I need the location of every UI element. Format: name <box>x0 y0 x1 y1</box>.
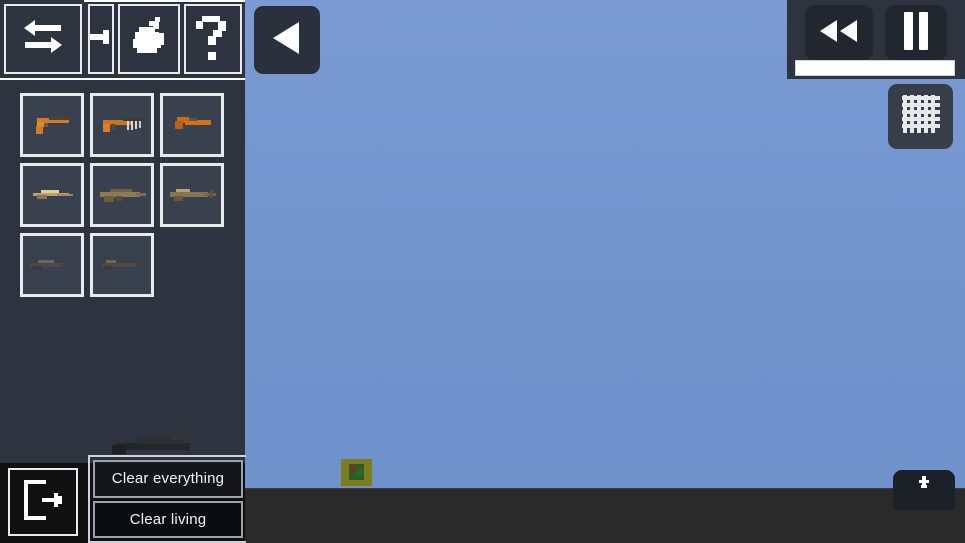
rewind-button[interactable] <box>805 5 873 61</box>
question-mark-icon <box>196 14 230 65</box>
weapon-slot-battle-rifle[interactable] <box>160 163 224 227</box>
clear-actions-panel: Clear everything Clear living <box>88 455 246 543</box>
weapon-slot-carbine[interactable] <box>20 163 84 227</box>
timeline-slider[interactable] <box>795 60 955 76</box>
grid-icon <box>900 93 942 140</box>
anchor-button[interactable] <box>893 470 955 510</box>
weapon-grid <box>20 93 230 297</box>
weapon-slot-sniper-rifle[interactable] <box>20 233 84 297</box>
weapon-slot-smg[interactable] <box>90 93 154 157</box>
grid-toggle-button[interactable] <box>888 84 953 149</box>
clear-living-button[interactable]: Clear living <box>93 500 243 538</box>
app-root: Clear everything Clear living <box>0 0 965 543</box>
help-button[interactable] <box>184 4 242 74</box>
crate-marker-green <box>357 469 363 477</box>
anchor-down-icon <box>917 476 931 497</box>
pause-icon <box>901 11 931 56</box>
weapon-slot-sawed-shotgun[interactable] <box>160 93 224 157</box>
weapon-slot-pistol[interactable] <box>20 93 84 157</box>
weapon-slot-assault-rifle[interactable] <box>90 163 154 227</box>
sidebar-toolbar <box>0 0 245 80</box>
triangle-left-icon <box>269 18 305 63</box>
next-button[interactable] <box>88 4 114 74</box>
rewind-icon <box>817 17 861 50</box>
arrow-right-icon <box>90 26 112 53</box>
swap-button[interactable] <box>4 4 82 74</box>
exit-door-icon <box>20 478 66 527</box>
grenade-icon <box>129 15 169 64</box>
swap-arrows-icon <box>19 17 67 62</box>
clear-everything-button[interactable]: Clear everything <box>93 460 243 498</box>
spawn-button[interactable] <box>118 4 180 74</box>
toolbar-top-divider <box>84 0 245 2</box>
weapon-slot-marksman-rifle[interactable] <box>90 233 154 297</box>
back-button[interactable] <box>254 6 320 74</box>
exit-button[interactable] <box>8 468 78 536</box>
pause-button[interactable] <box>885 5 947 61</box>
toolbar-divider <box>0 78 245 80</box>
playback-panel <box>787 0 965 79</box>
crate-entity[interactable] <box>341 457 372 488</box>
crate-marker-red <box>351 466 356 471</box>
left-sidebar: Clear everything Clear living <box>0 0 246 543</box>
